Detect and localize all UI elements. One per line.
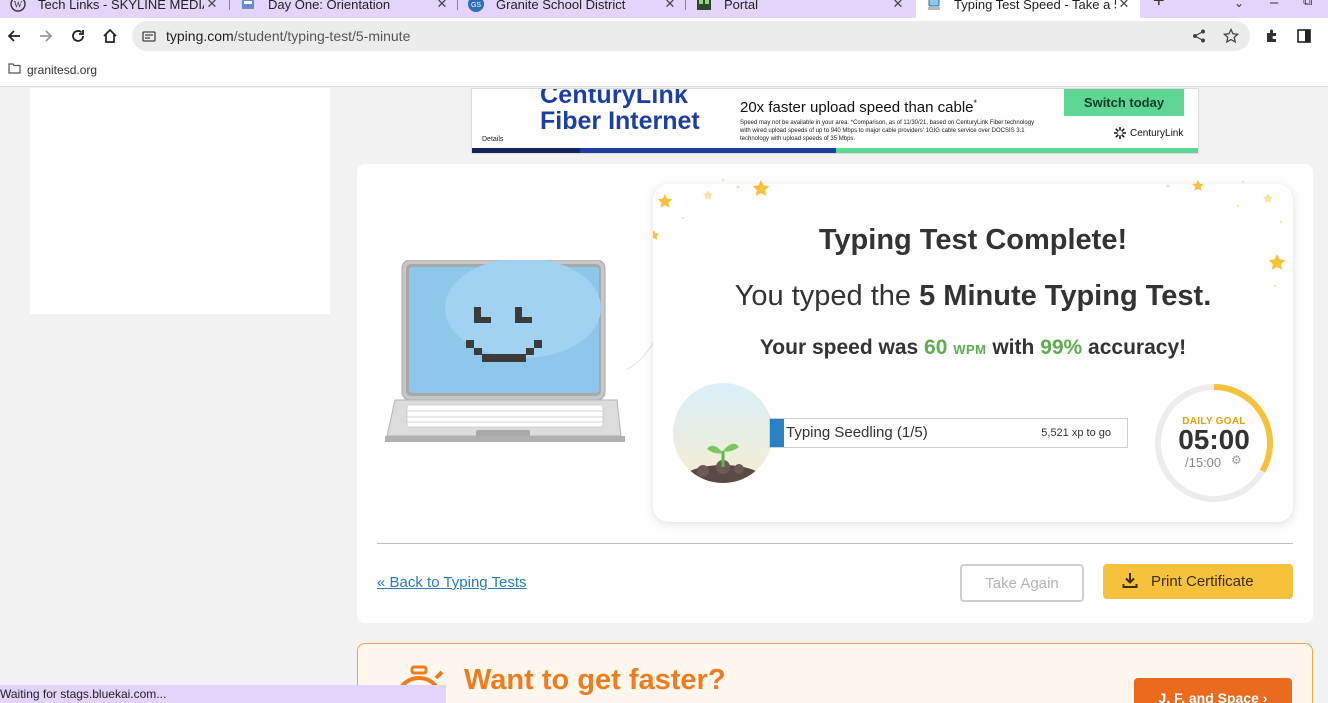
wpm-unit: WPM	[953, 342, 987, 357]
forward-arrow-icon[interactable]	[34, 24, 58, 48]
close-icon[interactable]: ✕	[890, 0, 906, 12]
ad-banner[interactable]: CenturyLink Fiber Internet 20x faster up…	[471, 88, 1199, 154]
tab-portal[interactable]: Portal ✕	[686, 0, 914, 18]
sidebar-ad-space	[30, 88, 330, 314]
tab-tech-links[interactable]: W Tech Links - SKYLINE MEDIA C ✕	[0, 0, 228, 18]
ad-fine-print: Speed may not be available in your area.…	[740, 120, 1035, 142]
tab-title: Day One: Orientation	[268, 0, 391, 12]
tab-strip: W Tech Links - SKYLINE MEDIA C ✕ Day One…	[0, 0, 1328, 18]
back-to-typing-tests-link[interactable]: « Back to Typing Tests	[377, 574, 527, 591]
promo-title: Want to get faster?	[464, 664, 726, 696]
test-complete-title: Typing Test Complete!	[818, 224, 1128, 256]
svg-text:GS: GS	[471, 2, 481, 9]
reload-icon[interactable]	[66, 24, 90, 48]
folder-icon	[8, 62, 21, 77]
centurylink-logo-icon	[1114, 127, 1126, 139]
tab-day-one[interactable]: Day One: Orientation ✕	[230, 0, 458, 18]
ad-cta-button[interactable]: Switch today	[1064, 89, 1184, 116]
gsd-icon: GS	[468, 0, 484, 12]
svg-text:W: W	[14, 0, 23, 10]
back-arrow-icon[interactable]	[2, 24, 26, 48]
extensions-icon[interactable]	[1260, 24, 1284, 48]
slides-icon	[240, 0, 256, 12]
ad-logo: CenturyLink	[1113, 126, 1183, 140]
address-bar[interactable]: typing.com/student/typing-test/5-minute	[132, 21, 1250, 51]
download-icon	[1121, 571, 1139, 593]
star-icon[interactable]	[1222, 27, 1240, 49]
close-icon[interactable]: ✕	[434, 0, 450, 12]
level-label: Typing Seedling (1/5)	[786, 424, 928, 441]
results-bubble: Typing Test Complete! You typed the 5 Mi…	[653, 178, 1293, 522]
close-icon[interactable]: ✕	[662, 0, 678, 12]
minimize-icon[interactable]: –	[1270, 0, 1278, 11]
daily-goal-total: /15:00	[1185, 455, 1222, 470]
bookmark-label: granitesd.org	[27, 62, 98, 77]
close-icon[interactable]: ✕	[1116, 0, 1132, 12]
divider	[377, 543, 1293, 544]
laptop-mascot-icon	[385, 260, 625, 442]
restore-icon[interactable]: ⧉	[1303, 0, 1312, 9]
test-name: 5 Minute Typing Test.	[919, 280, 1212, 312]
typed-summary: You typed the 5 Minute Typing Test.	[734, 280, 1212, 312]
url-text[interactable]: typing.com/student/typing-test/5-minute	[166, 28, 410, 44]
tab-title: Portal	[724, 0, 758, 12]
level-progress-bar: Typing Seedling (1/5) 5,521 xp to go	[769, 418, 1128, 448]
side-panel-icon[interactable]	[1292, 24, 1316, 48]
site-info-icon[interactable]	[142, 29, 156, 48]
jf-space-lesson-button[interactable]: J, F, and Space ›	[1134, 678, 1292, 703]
speed-summary: Your speed was 60 WPM with 99% accuracy!	[759, 336, 1187, 359]
typing-icon	[926, 0, 942, 12]
tab-typing-test[interactable]: Typing Test Speed - Take a 5 M ✕	[916, 0, 1140, 18]
portal-icon	[696, 0, 712, 12]
xp-to-go: 5,521 xp to go	[1041, 427, 1111, 439]
tab-granite[interactable]: GS Granite School District ✕	[458, 0, 686, 18]
share-icon[interactable]	[1191, 28, 1207, 49]
browser-toolbar: typing.com/student/typing-test/5-minute	[0, 18, 1328, 54]
get-faster-promo: Want to get faster? J, F, and Space ›	[357, 643, 1313, 703]
ad-brand-line2: Fiber Internet	[540, 107, 700, 135]
daily-goal-time: 05:00	[1178, 424, 1250, 455]
home-icon[interactable]	[98, 24, 122, 48]
print-certificate-button[interactable]: Print Certificate	[1103, 564, 1293, 599]
wpm-value: 60	[924, 336, 948, 359]
ad-headline: 20x faster upload speed than cable*	[740, 98, 978, 116]
seedling-badge	[673, 383, 773, 483]
seedling-icon	[673, 383, 773, 483]
wordpress-icon: W	[10, 0, 26, 12]
new-tab-icon[interactable]: +	[1153, 0, 1165, 13]
level-progress-fill	[770, 419, 785, 447]
close-icon[interactable]: ✕	[204, 0, 220, 12]
daily-goal-ring[interactable]: DAILY GOAL 05:00 /15:00 ⚙	[1153, 382, 1275, 504]
page-content: CenturyLink Fiber Internet 20x faster up…	[0, 88, 1328, 703]
gear-icon[interactable]: ⚙	[1231, 453, 1242, 467]
tab-title: Typing Test Speed - Take a 5 M	[954, 0, 1116, 12]
take-again-button[interactable]: Take Again	[960, 564, 1084, 602]
bookmarks-bar: granitesd.org	[0, 54, 1328, 87]
ad-details-link[interactable]: Details	[482, 136, 503, 143]
print-certificate-label: Print Certificate	[1151, 573, 1254, 590]
tab-title: Granite School District	[496, 0, 626, 12]
bookmark-granitesd[interactable]: granitesd.org	[8, 62, 97, 77]
results-card: Typing Test Complete! You typed the 5 Mi…	[357, 164, 1313, 623]
tab-title: Tech Links - SKYLINE MEDIA C	[38, 0, 204, 12]
chevron-down-icon[interactable]: ⌄	[1234, 0, 1244, 10]
status-bar: Waiting for stags.bluekai.com...	[0, 685, 446, 703]
accuracy-value: 99%	[1040, 336, 1083, 359]
